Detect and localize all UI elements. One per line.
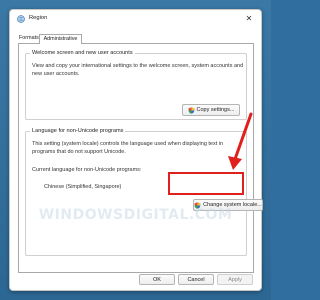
globe-icon [17,15,25,23]
current-language-label: Current language for non-Unicode program… [32,167,142,173]
copy-settings-label: Copy settings... [196,107,235,113]
current-language-value: Chinese (Simplified, Singapore) [44,184,122,190]
copy-settings-button[interactable]: Copy settings... [182,104,240,116]
apply-button[interactable]: Apply [217,274,253,285]
non-unicode-description: This setting (system locale) controls th… [32,141,224,155]
welcome-screen-group: Welcome screen and new user accounts Vie… [25,50,247,120]
cancel-button[interactable]: Cancel [178,274,214,285]
uac-shield-icon [194,201,201,209]
group-title-welcome: Welcome screen and new user accounts [30,50,135,56]
dialog-footer: OK Cancel Apply [10,270,261,290]
ok-button[interactable]: OK [139,274,175,285]
group-title-non-unicode: Language for non-Unicode programs [30,128,126,134]
tab-administrative[interactable]: Administrative [39,34,82,44]
welcome-description: View and copy your international setting… [32,63,244,77]
non-unicode-group: Language for non-Unicode programs This s… [25,128,263,256]
region-dialog: Region ✕ Formats Administrative Welcome … [9,9,263,291]
change-system-locale-button[interactable]: Change system locale... [193,199,263,211]
change-system-locale-label: Change system locale... [203,202,262,208]
close-button[interactable]: ✕ [243,13,255,25]
uac-shield-icon [188,106,194,114]
title-bar[interactable]: Region ✕ [10,10,261,28]
tab-panel-administrative: Welcome screen and new user accounts Vie… [18,43,263,273]
window-title: Region [29,15,48,21]
close-icon: ✕ [245,14,253,23]
